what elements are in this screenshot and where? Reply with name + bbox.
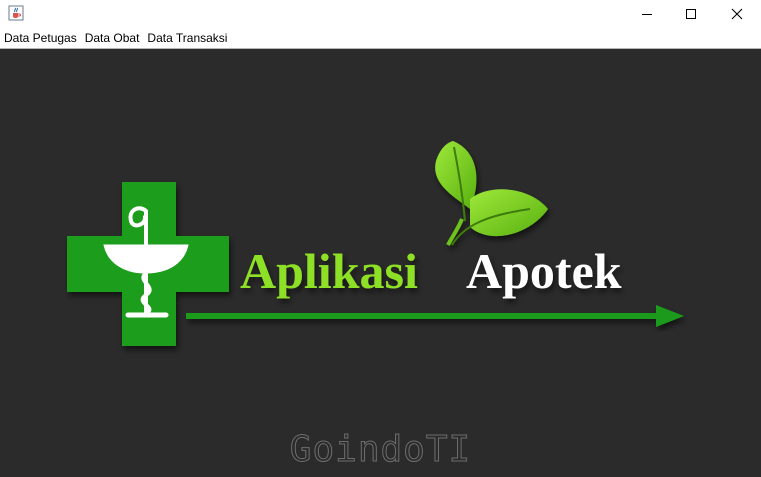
close-icon bbox=[731, 8, 743, 19]
minimize-icon bbox=[642, 13, 652, 15]
java-cup-icon[interactable] bbox=[8, 5, 24, 21]
logo-word-apotek: Apotek bbox=[466, 243, 622, 299]
maximize-button[interactable] bbox=[668, 0, 714, 27]
minimize-button[interactable] bbox=[624, 0, 670, 27]
title-bar bbox=[0, 0, 761, 27]
menu-bar: Data Petugas Data Obat Data Transaksi bbox=[0, 28, 761, 49]
watermark-text: GoindoTI bbox=[289, 429, 472, 471]
close-button[interactable] bbox=[714, 0, 760, 27]
app-logo: Aplikasi Apotek bbox=[67, 141, 684, 346]
arrow-icon bbox=[186, 305, 684, 327]
leaf-icon bbox=[435, 141, 548, 246]
logo-word-aplikasi: Aplikasi bbox=[240, 243, 418, 299]
menu-data-transaksi[interactable]: Data Transaksi bbox=[143, 28, 231, 48]
menu-data-obat[interactable]: Data Obat bbox=[81, 28, 144, 48]
menu-data-petugas[interactable]: Data Petugas bbox=[0, 28, 81, 48]
maximize-icon bbox=[686, 8, 696, 19]
main-panel: Aplikasi Apotek GoindoTI bbox=[0, 49, 761, 477]
